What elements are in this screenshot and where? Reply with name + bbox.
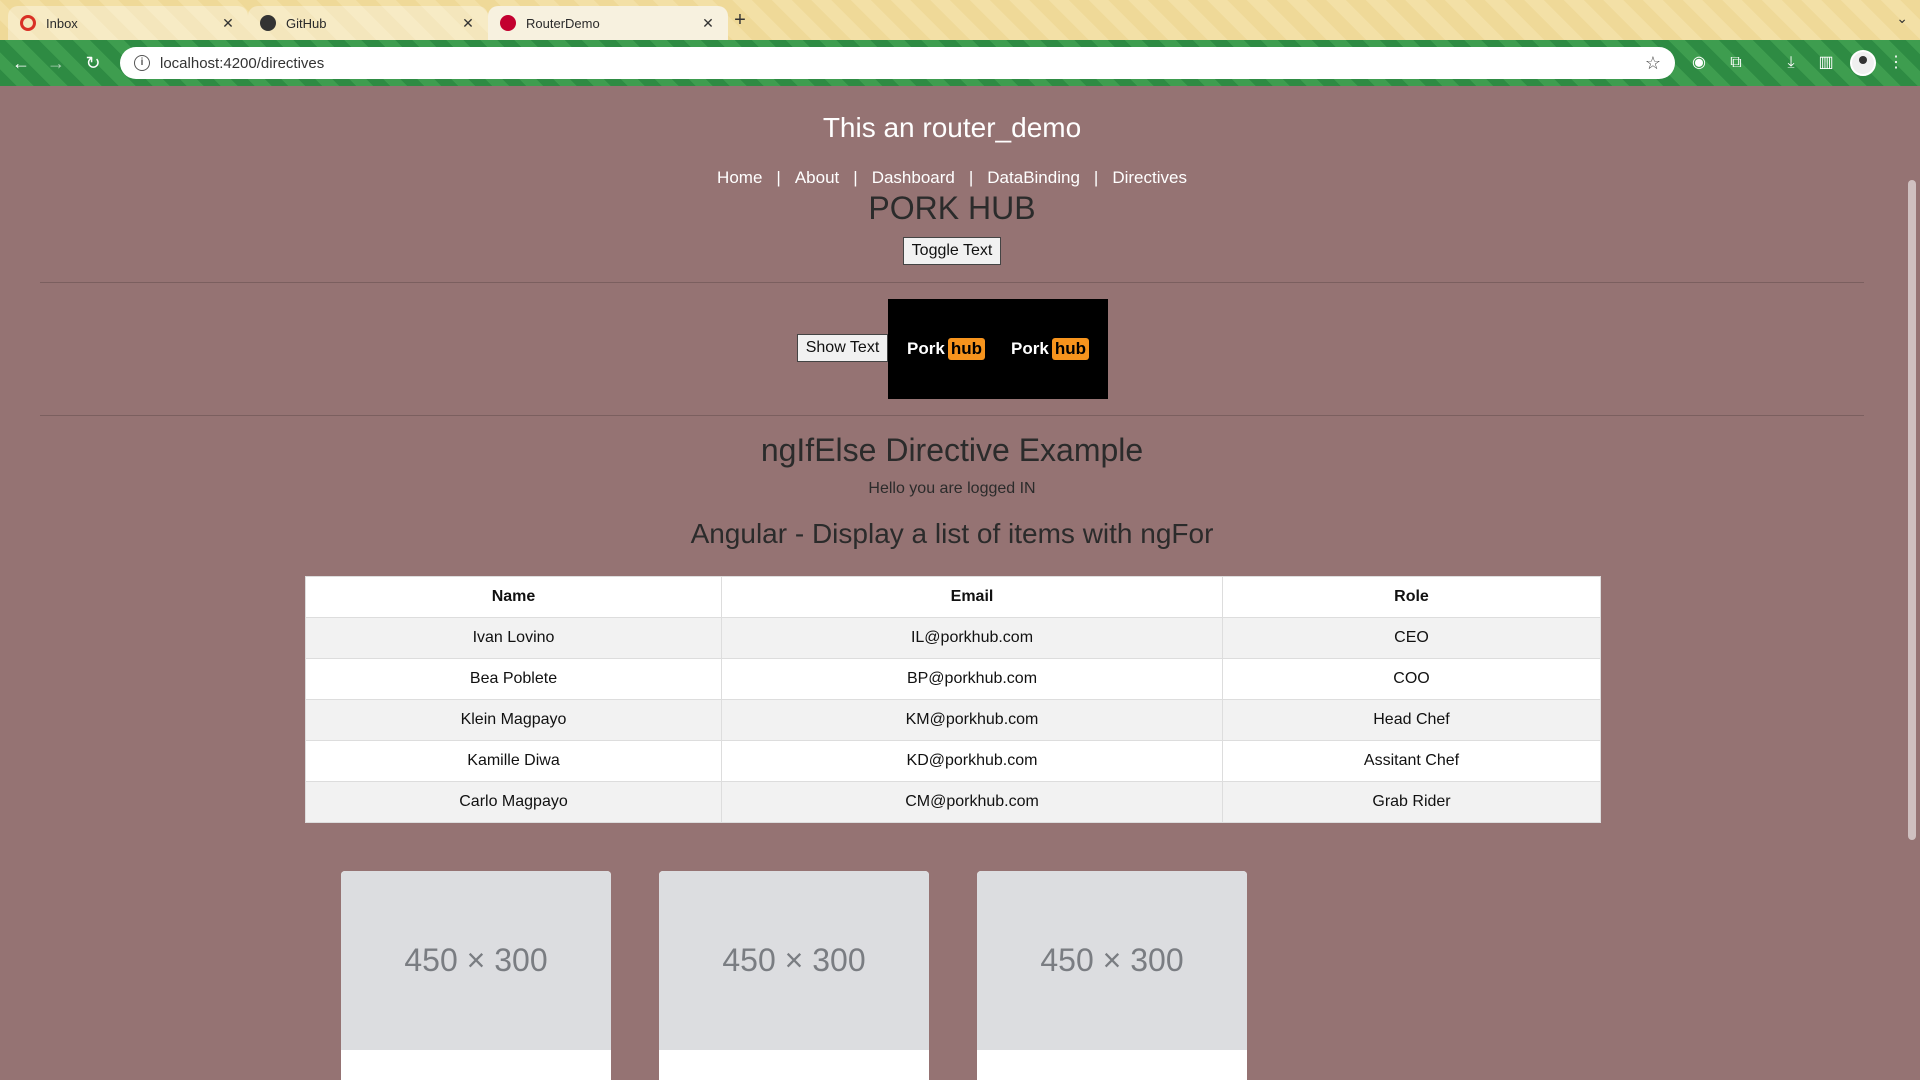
page-scrollbar[interactable] [1904, 86, 1920, 1080]
nav-dashboard[interactable]: Dashboard [872, 168, 955, 187]
tab-strip: Inbox ✕ GitHub ✕ RouterDemo ✕ + ⌄ [0, 0, 1920, 40]
logo-word: Pork [1011, 339, 1049, 358]
address-bar[interactable]: i localhost:4200/directives ☆ [120, 47, 1675, 79]
download-icon[interactable]: ⤓ [1780, 52, 1802, 74]
users-table: Name Email Role Ivan Lovino IL@porkhub.c… [305, 576, 1601, 823]
browser-toolbar: ← → ↻ i localhost:4200/directives ☆ ◉ ⧉ … [0, 40, 1920, 86]
new-tab-icon[interactable]: + [728, 9, 752, 33]
table-row: Ivan Lovino IL@porkhub.com CEO [305, 617, 1601, 659]
product-card[interactable]: 450 × 300 [659, 871, 929, 1080]
forward-icon[interactable]: → [43, 50, 69, 76]
column-header-role: Role [1222, 576, 1601, 618]
cell-name: Kamille Diwa [305, 740, 722, 782]
ngif-heading: ngIfElse Directive Example [760, 432, 1144, 468]
nav-separator: | [776, 168, 781, 187]
cell-email: CM@porkhub.com [721, 781, 1223, 823]
gmail-icon [20, 15, 36, 31]
table-row: Bea Poblete BP@porkhub.com COO [305, 658, 1601, 700]
cell-role: Head Chef [1222, 699, 1601, 741]
tab-title: GitHub [286, 15, 327, 31]
extension-icon[interactable]: ◉ [1688, 52, 1710, 74]
logo-word: Pork [907, 339, 945, 358]
nav-about[interactable]: About [795, 168, 839, 187]
nav-separator: | [968, 168, 974, 187]
card-caption [977, 1050, 1247, 1080]
angular-icon [500, 15, 516, 31]
menu-dots-icon[interactable]: ⋮ [1885, 52, 1907, 74]
nav-separator: | [853, 168, 858, 187]
cell-role: Grab Rider [1222, 781, 1601, 823]
tab-inbox[interactable]: Inbox ✕ [8, 6, 248, 40]
cell-email: KD@porkhub.com [721, 740, 1223, 782]
puzzle-icon[interactable]: ⧉ [1725, 52, 1747, 74]
main-nav: Home | About | Dashboard | DataBinding | Directi… [0, 168, 1904, 188]
app-title: This an router_demo [822, 112, 1082, 143]
cell-role: Assitant Chef [1222, 740, 1601, 782]
table-row: Carlo Magpayo CM@porkhub.com Grab Rider [305, 781, 1601, 823]
card-caption [659, 1050, 929, 1080]
scrollbar-thumb[interactable] [1908, 180, 1916, 840]
bookmark-star-icon[interactable]: ☆ [1645, 53, 1661, 74]
side-panel-icon[interactable]: ▥ [1815, 52, 1837, 74]
cell-email: IL@porkhub.com [721, 617, 1223, 659]
logo-badge: hub [947, 338, 985, 360]
nav-databinding[interactable]: DataBinding [987, 168, 1080, 187]
github-icon [260, 15, 276, 31]
brand-heading: PORK HUB [868, 190, 1036, 226]
tab-search-chevron-icon[interactable]: ⌄ [1896, 10, 1908, 27]
product-card[interactable]: 450 × 300 [341, 871, 611, 1080]
card-image-placeholder: 450 × 300 [977, 871, 1247, 1050]
porkhub-logo: Pork hub [907, 338, 985, 360]
nav-directives[interactable]: Directives [1112, 168, 1187, 187]
porkhub-logo: Pork hub [1011, 338, 1089, 360]
card-image-placeholder: 450 × 300 [341, 871, 611, 1050]
cell-email: KM@porkhub.com [721, 699, 1223, 741]
card-image-placeholder: 450 × 300 [659, 871, 929, 1050]
logo-badge: hub [1051, 338, 1089, 360]
login-status-text: Hello you are logged IN [868, 480, 1036, 497]
url-text[interactable]: localhost:4200/directives [160, 55, 1645, 72]
cell-name: Ivan Lovino [305, 617, 722, 659]
close-icon[interactable]: ✕ [220, 15, 236, 32]
tab-routerdemo[interactable]: RouterDemo ✕ [488, 6, 728, 40]
porkhub-logo-image: Pork hub Pork hub [888, 299, 1108, 399]
cell-name: Carlo Magpayo [305, 781, 722, 823]
table-row: Klein Magpayo KM@porkhub.com Head Chef [305, 699, 1601, 741]
back-icon[interactable]: ← [8, 50, 34, 76]
column-header-email: Email [721, 576, 1223, 618]
close-icon[interactable]: ✕ [460, 15, 476, 32]
cell-name: Bea Poblete [305, 658, 722, 700]
tab-github[interactable]: GitHub ✕ [248, 6, 488, 40]
ngfor-heading: Angular - Display a list of items with n… [690, 518, 1214, 549]
cell-role: CEO [1222, 617, 1601, 659]
nav-separator: | [1093, 168, 1099, 187]
product-card[interactable]: 450 × 300 [977, 871, 1247, 1080]
divider [40, 282, 1864, 283]
divider [40, 415, 1864, 416]
tab-title: Inbox [46, 15, 78, 31]
site-info-icon[interactable]: i [134, 55, 150, 71]
toggle-text-button[interactable]: Toggle Text [903, 237, 1001, 265]
close-icon[interactable]: ✕ [700, 15, 716, 32]
card-caption [341, 1050, 611, 1080]
nav-home[interactable]: Home [717, 168, 762, 187]
show-text-button[interactable]: Show Text [797, 334, 888, 362]
cell-name: Klein Magpayo [305, 699, 722, 741]
column-header-name: Name [305, 576, 722, 618]
cell-email: BP@porkhub.com [721, 658, 1223, 700]
profile-avatar[interactable] [1850, 50, 1876, 76]
reload-icon[interactable]: ↻ [80, 50, 106, 76]
page-content: This an router_demo Home | About | Dashboard… [0, 86, 1904, 1080]
table-header-row: Name Email Role [305, 576, 1601, 618]
table-row: Kamille Diwa KD@porkhub.com Assitant Che… [305, 740, 1601, 782]
tab-title: RouterDemo [526, 15, 600, 31]
cell-role: COO [1222, 658, 1601, 700]
